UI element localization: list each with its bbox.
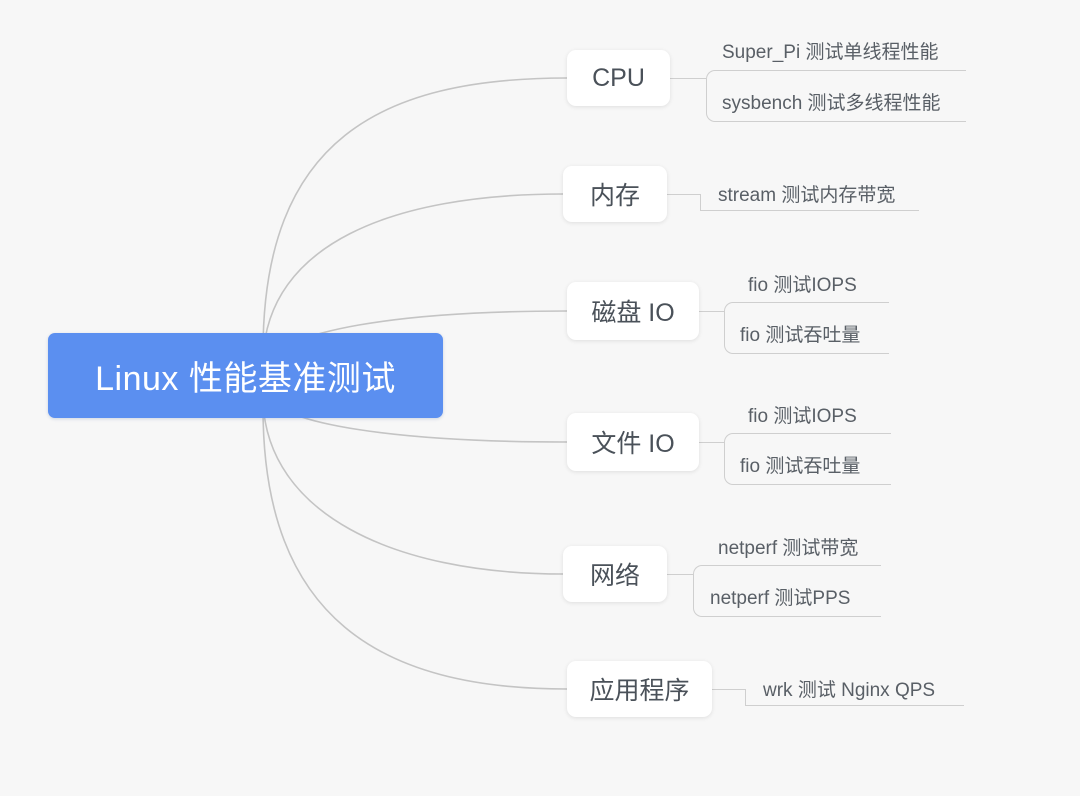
leaf-file-io-1[interactable]: fio 测试吞吐量 <box>732 453 868 481</box>
mindmap-canvas: Linux 性能基准测试 CPU Super_Pi 测试单线程性能 sysben… <box>0 0 1080 796</box>
branch-node-disk-io[interactable]: 磁盘 IO <box>567 282 699 340</box>
leaf-network-0-label: netperf 测试带宽 <box>718 538 859 559</box>
leaf-memory-0[interactable]: stream 测试内存带宽 <box>710 182 903 210</box>
root-node-label: Linux 性能基准测试 <box>95 360 396 398</box>
leaf-underline-memory <box>700 210 919 211</box>
branch-node-memory-label: 内存 <box>589 182 640 210</box>
stub-disk-io <box>699 311 724 312</box>
edge-to-network <box>262 401 564 575</box>
root-node[interactable]: Linux 性能基准测试 <box>48 333 443 418</box>
branch-node-file-io[interactable]: 文件 IO <box>567 413 699 471</box>
leaf-application-0[interactable]: wrk 测试 Nginx QPS <box>755 677 943 705</box>
leaf-cpu-0[interactable]: Super_Pi 测试单线程性能 <box>714 36 946 70</box>
stub-memory-riser <box>700 194 701 210</box>
edge-to-cpu <box>262 77 568 353</box>
leaf-disk-io-1-label: fio 测试吞吐量 <box>740 325 861 346</box>
branch-node-application[interactable]: 应用程序 <box>567 661 712 717</box>
branch-node-application-label: 应用程序 <box>589 677 690 705</box>
branch-node-network-label: 网络 <box>589 562 640 590</box>
branch-node-cpu-label: CPU <box>592 63 645 92</box>
stub-cpu <box>670 78 706 79</box>
leaf-file-io-1-label: fio 测试吞吐量 <box>740 456 861 477</box>
leaf-cpu-0-label: Super_Pi 测试单线程性能 <box>722 42 939 63</box>
leaf-application-0-label: wrk 测试 Nginx QPS <box>763 680 936 701</box>
leaf-network-0[interactable]: netperf 测试带宽 <box>710 533 866 565</box>
leaf-file-io-0[interactable]: fio 测试IOPS <box>740 401 865 433</box>
leaf-disk-io-0[interactable]: fio 测试IOPS <box>740 270 865 302</box>
branch-node-cpu[interactable]: CPU <box>567 50 670 106</box>
leaf-cpu-1[interactable]: sysbench 测试多线程性能 <box>714 90 949 118</box>
stub-application-riser <box>745 689 746 705</box>
stub-memory <box>667 194 700 195</box>
edge-to-app <box>262 407 568 690</box>
leaf-network-1[interactable]: netperf 测试PPS <box>702 585 858 613</box>
leaf-cpu-1-label: sysbench 测试多线程性能 <box>722 93 941 114</box>
branch-node-disk-io-label: 磁盘 IO <box>591 299 675 327</box>
branch-node-network[interactable]: 网络 <box>563 546 667 602</box>
leaf-disk-io-0-label: fio 测试IOPS <box>748 275 857 296</box>
leaf-disk-io-1[interactable]: fio 测试吞吐量 <box>732 322 868 350</box>
branch-node-file-io-label: 文件 IO <box>591 430 675 458</box>
stub-application <box>712 689 745 690</box>
leaf-file-io-0-label: fio 测试IOPS <box>748 406 857 427</box>
leaf-memory-0-label: stream 测试内存带宽 <box>718 185 896 206</box>
leaf-underline-application <box>745 705 964 706</box>
stub-network <box>667 574 693 575</box>
branch-node-memory[interactable]: 内存 <box>563 166 667 222</box>
stub-file-io <box>699 442 724 443</box>
leaf-network-1-label: netperf 测试PPS <box>710 588 851 609</box>
